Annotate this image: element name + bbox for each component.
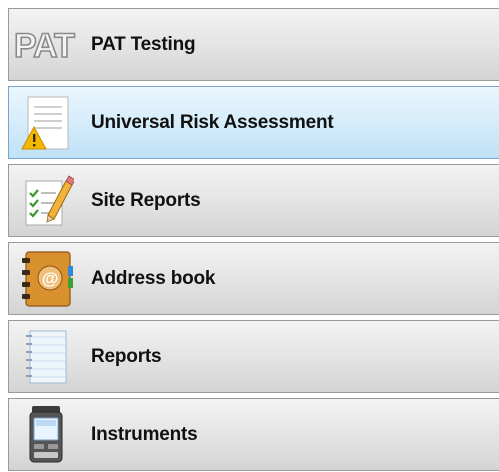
nav-item-label: PAT Testing xyxy=(91,33,196,55)
risk-assessment-icon xyxy=(15,93,77,153)
nav-item-label: Instruments xyxy=(91,423,198,445)
nav-item-instruments[interactable]: Instruments xyxy=(8,398,499,471)
nav-item-pat-testing[interactable]: PAT PAT Testing xyxy=(8,8,499,81)
nav-item-reports[interactable]: Reports xyxy=(8,320,499,393)
nav-item-label: Site Reports xyxy=(91,189,201,211)
checklist-pencil-icon xyxy=(15,171,77,231)
nav-item-label: Address book xyxy=(91,267,216,289)
navigation-panel: PAT PAT Testing Universal Risk Assessmen… xyxy=(8,8,499,472)
pat-logo-icon: PAT xyxy=(11,23,91,67)
nav-item-universal-risk-assessment[interactable]: Universal Risk Assessment xyxy=(8,86,499,159)
notepad-icon xyxy=(15,327,77,387)
pat-tester-device-icon xyxy=(15,405,77,465)
nav-item-label: Reports xyxy=(91,345,162,367)
nav-item-site-reports[interactable]: Site Reports xyxy=(8,164,499,237)
address-book-icon: @ xyxy=(15,249,77,309)
nav-item-label: Universal Risk Assessment xyxy=(91,111,334,133)
nav-item-address-book[interactable]: @ Address book xyxy=(8,242,499,315)
svg-text:@: @ xyxy=(42,269,59,288)
pat-logo-text: PAT xyxy=(14,27,75,65)
